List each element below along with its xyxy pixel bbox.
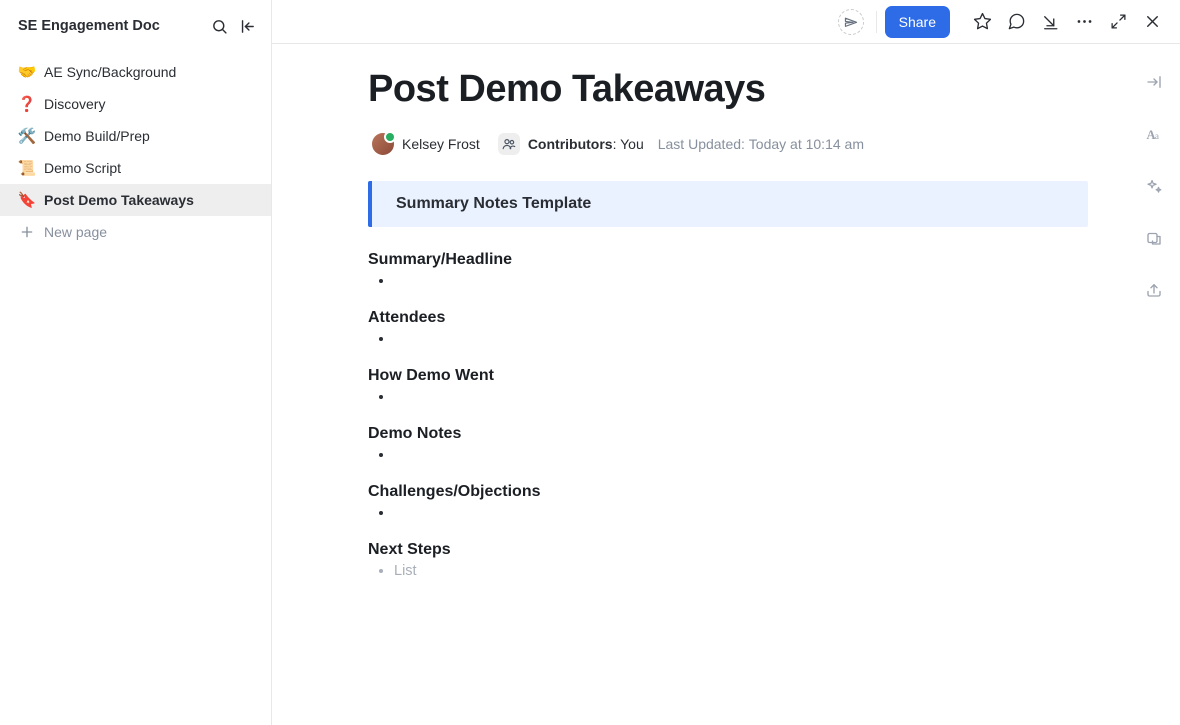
star-icon[interactable]	[966, 6, 998, 38]
bullet-list[interactable]	[368, 331, 1088, 351]
section-heading[interactable]: Next Steps	[368, 541, 1088, 559]
section-heading[interactable]: Challenges/Objections	[368, 483, 1088, 501]
sidebar-header: SE Engagement Doc	[0, 6, 271, 46]
sidebar-item-ae-sync[interactable]: 🤝 AE Sync/Background	[0, 56, 271, 88]
plus-icon	[18, 223, 36, 241]
sidebar-item-label: Demo Script	[44, 160, 121, 176]
section-heading[interactable]: How Demo Went	[368, 367, 1088, 385]
callout-block[interactable]: Summary Notes Template	[368, 181, 1088, 227]
sidebar-item-demo-build[interactable]: 🛠️ Demo Build/Prep	[0, 120, 271, 152]
scroll-icon: 📜	[18, 159, 36, 177]
people-icon	[498, 133, 520, 155]
sidebar-item-discovery[interactable]: ❓ Discovery	[0, 88, 271, 120]
width-toggle-icon[interactable]	[1138, 66, 1170, 98]
contributors-chip[interactable]: Contributors: You	[498, 133, 644, 155]
contributors-text: Contributors: You	[528, 136, 644, 152]
section-how-demo-went: How Demo Went	[368, 367, 1088, 409]
new-page-button[interactable]: New page	[0, 216, 271, 248]
list-item[interactable]: List	[394, 563, 1088, 583]
collapse-sidebar-icon[interactable]	[233, 12, 261, 40]
section-heading[interactable]: Attendees	[368, 309, 1088, 327]
expand-icon[interactable]	[1102, 6, 1134, 38]
section-summary: Summary/Headline	[368, 251, 1088, 293]
typography-icon[interactable]: Aa	[1138, 118, 1170, 150]
list-item[interactable]	[394, 389, 1088, 409]
sidebar-item-label: Demo Build/Prep	[44, 128, 150, 144]
close-icon[interactable]	[1136, 6, 1168, 38]
avatar	[372, 133, 394, 155]
bullet-list[interactable]: List	[368, 563, 1088, 583]
right-rail: Aa	[1128, 44, 1180, 306]
bullet-list[interactable]	[368, 505, 1088, 525]
section-demo-notes: Demo Notes	[368, 425, 1088, 467]
export-icon[interactable]	[1138, 274, 1170, 306]
toolbar-divider	[876, 11, 877, 33]
tools-icon: 🛠️	[18, 127, 36, 145]
main-panel: Share Post Demo Takeaways Kelsey Frost	[272, 0, 1180, 725]
section-heading[interactable]: Summary/Headline	[368, 251, 1088, 269]
search-icon[interactable]	[205, 12, 233, 40]
section-attendees: Attendees	[368, 309, 1088, 351]
bullet-list[interactable]	[368, 273, 1088, 293]
sidebar-item-label: AE Sync/Background	[44, 64, 176, 80]
bullet-list[interactable]	[368, 389, 1088, 409]
embed-icon[interactable]	[1138, 222, 1170, 254]
content-area: Post Demo Takeaways Kelsey Frost Contrib…	[272, 44, 1180, 725]
sidebar-item-label: Discovery	[44, 96, 105, 112]
handshake-icon: 🤝	[18, 63, 36, 81]
workspace-title[interactable]: SE Engagement Doc	[18, 18, 205, 34]
bookmark-icon: 🔖	[18, 191, 36, 209]
more-icon[interactable]	[1068, 6, 1100, 38]
list-item[interactable]	[394, 447, 1088, 467]
section-next-steps: Next Steps List	[368, 541, 1088, 583]
bullet-list[interactable]	[368, 447, 1088, 467]
meta-row: Kelsey Frost Contributors: You Last Upda…	[368, 131, 1088, 157]
sidebar-list: 🤝 AE Sync/Background ❓ Discovery 🛠️ Demo…	[0, 56, 271, 248]
last-updated: Last Updated: Today at 10:14 am	[658, 136, 864, 152]
share-button[interactable]: Share	[885, 6, 950, 38]
sidebar-item-post-demo[interactable]: 🔖 Post Demo Takeaways	[0, 184, 271, 216]
document: Post Demo Takeaways Kelsey Frost Contrib…	[368, 44, 1088, 583]
author-name: Kelsey Frost	[402, 136, 480, 152]
sidebar-item-demo-script[interactable]: 📜 Demo Script	[0, 152, 271, 184]
section-heading[interactable]: Demo Notes	[368, 425, 1088, 443]
last-updated-value: Today at 10:14 am	[749, 136, 864, 152]
list-item[interactable]	[394, 505, 1088, 525]
svg-text:a: a	[1155, 131, 1159, 141]
last-updated-label: Last Updated:	[658, 136, 745, 152]
privacy-badge[interactable]	[838, 9, 864, 35]
ai-assist-icon[interactable]	[1138, 170, 1170, 202]
download-icon[interactable]	[1034, 6, 1066, 38]
section-challenges: Challenges/Objections	[368, 483, 1088, 525]
sidebar-item-label: Post Demo Takeaways	[44, 192, 194, 208]
author-chip[interactable]: Kelsey Frost	[368, 131, 484, 157]
toolbar: Share	[272, 0, 1180, 44]
page-title[interactable]: Post Demo Takeaways	[368, 68, 1088, 111]
new-page-label: New page	[44, 224, 107, 240]
sidebar: SE Engagement Doc 🤝 AE Sync/Background ❓…	[0, 0, 272, 725]
comment-icon[interactable]	[1000, 6, 1032, 38]
callout-text: Summary Notes Template	[396, 195, 1064, 213]
list-item[interactable]	[394, 273, 1088, 293]
question-icon: ❓	[18, 95, 36, 113]
list-item[interactable]	[394, 331, 1088, 351]
